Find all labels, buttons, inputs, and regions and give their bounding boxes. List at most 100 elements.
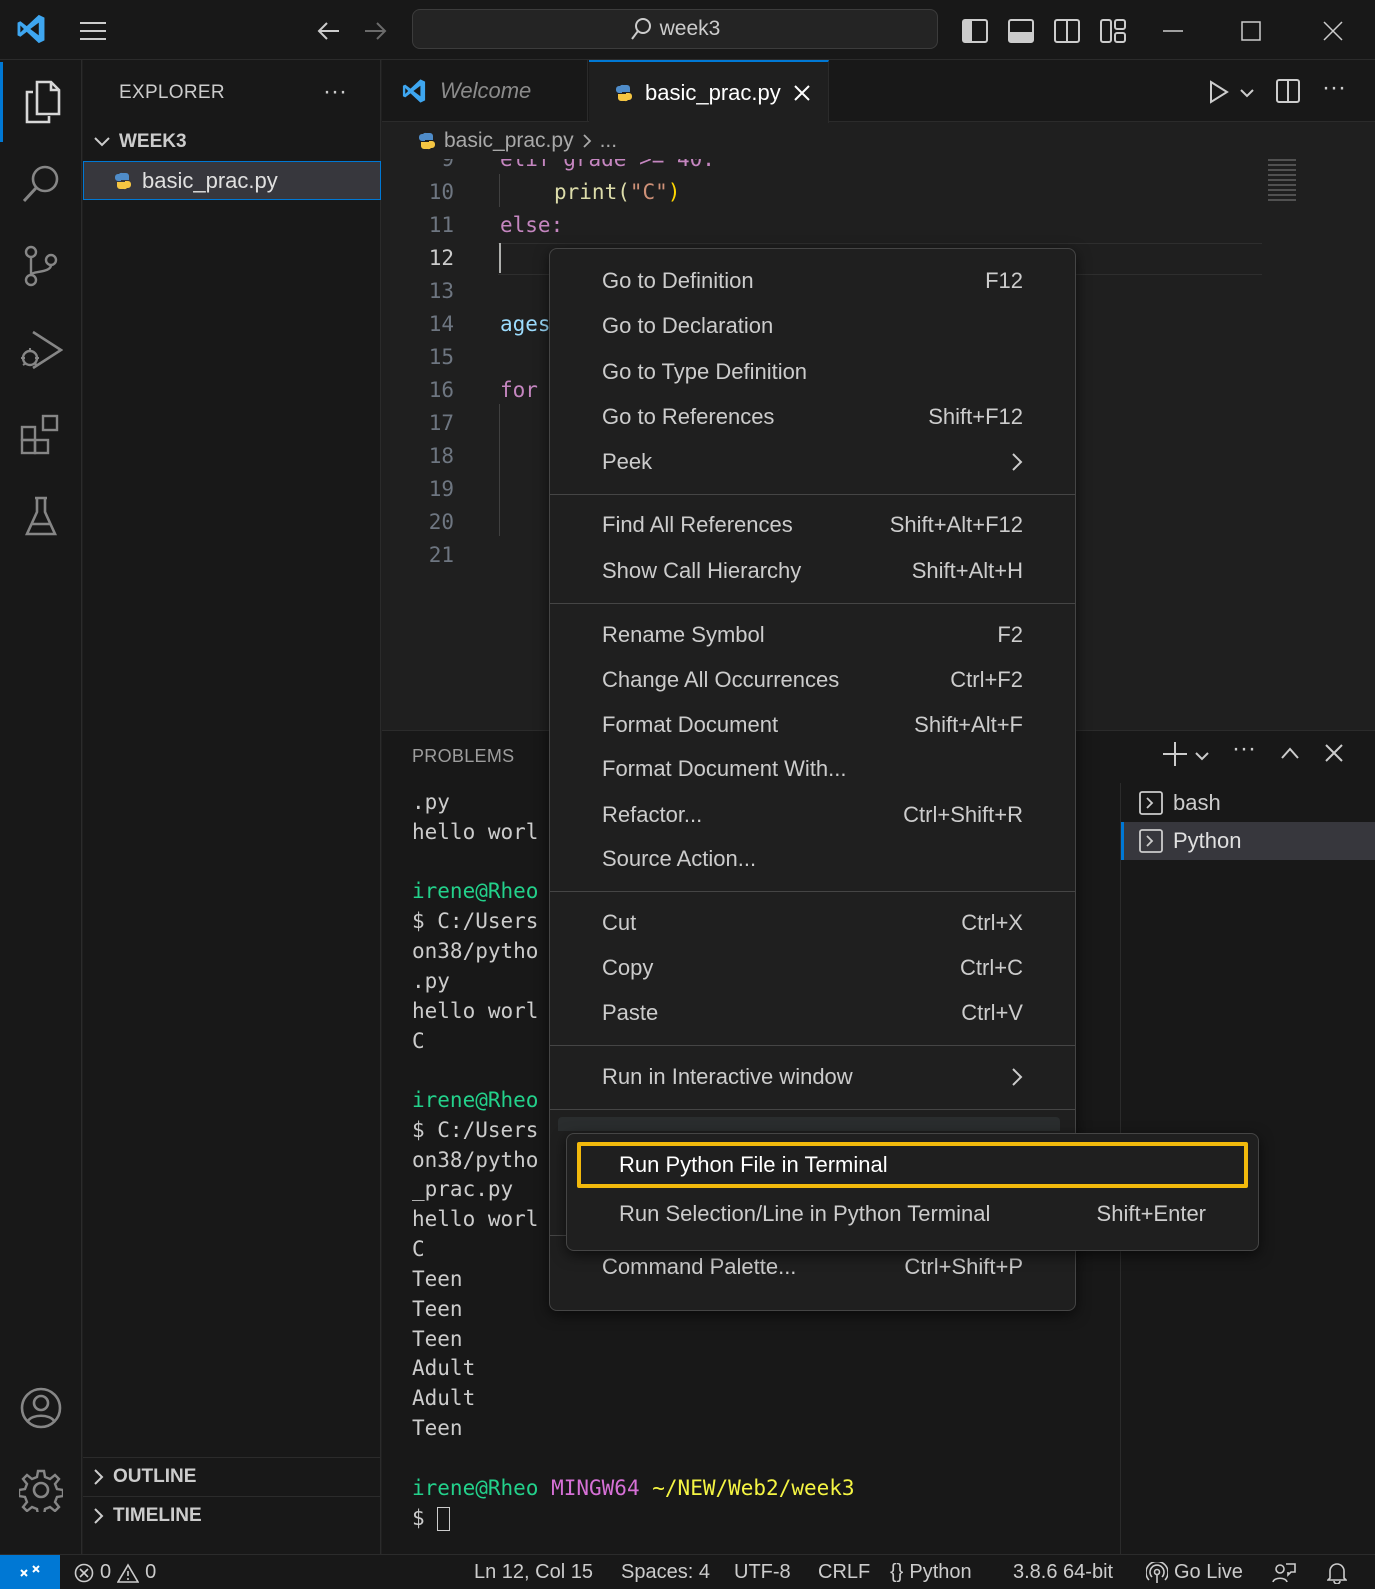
terminal-line: hello worl [412,999,539,1023]
terminal-prompt: irene@Rheo MINGW64 ~/NEW/Web2/week3 [412,1476,855,1500]
indent-guide [499,174,500,207]
folder-week3[interactable]: WEEK3 [83,122,381,162]
indentation-status[interactable]: Spaces: 4 [621,1555,710,1589]
new-terminal-plus-icon[interactable] [1162,741,1188,767]
minimap[interactable] [1268,159,1296,203]
chevron-right-icon [1011,1067,1023,1087]
code-line-16: for [500,378,538,402]
line-number: 10 [428,180,454,204]
timeline-section[interactable]: TIMELINE [83,1496,381,1536]
menu-icon[interactable] [76,14,110,48]
run-and-debug-icon[interactable] [0,310,82,390]
close-panel-icon[interactable] [1325,744,1343,762]
outline-label: OUTLINE [113,1466,197,1487]
command-center-search[interactable]: week3 [412,9,938,49]
feedback-icon[interactable] [1272,1555,1296,1589]
minimize-icon[interactable] [1156,14,1190,48]
menu-item-go-to-type-definition[interactable]: Go to Type Definition [550,352,1075,392]
menu-item-format-document-with[interactable]: Format Document With... [550,749,1075,789]
terminal-icon [1139,829,1163,853]
tab-welcome[interactable]: Welcome [382,60,588,122]
line-number: 9 [441,159,454,171]
back-arrow-icon[interactable] [312,14,346,48]
split-editor-icon[interactable] [1276,79,1300,103]
menu-item-go-to-definition[interactable]: Go to Definition F12 [550,261,1075,301]
cursor-position[interactable]: Ln 12, Col 15 [474,1555,593,1589]
menu-item-change-all-occurrences[interactable]: Change All Occurrences Ctrl+F2 [550,660,1075,700]
terminal-tab-bash[interactable]: bash [1121,784,1375,822]
breadcrumb: basic_prac.py ... [382,123,1375,159]
menu-item-command-palette[interactable]: Command Palette... Ctrl+Shift+P [550,1247,1075,1287]
toggle-panel-icon[interactable] [1004,14,1038,48]
tab-basic-prac-py[interactable]: basic_prac.py [589,60,829,123]
panel-more-actions-icon[interactable]: ··· [1232,735,1256,763]
terminal-tab-python[interactable]: Python [1121,822,1375,860]
breadcrumb-file[interactable]: basic_prac.py [444,129,574,153]
tab-problems[interactable]: PROBLEMS [412,746,514,767]
menu-item-format-document[interactable]: Format Document Shift+Alt+F [550,705,1075,745]
line-number: 18 [428,444,454,468]
menu-item-copy[interactable]: Copy Ctrl+C [550,948,1075,988]
file-label: basic_prac.py [142,167,278,193]
source-control-icon[interactable] [0,226,82,306]
terminal-line: Teen [412,1416,463,1440]
close-tab-icon[interactable] [793,84,811,102]
menu-item-go-to-declaration[interactable]: Go to Declaration [550,306,1075,346]
python-interpreter[interactable]: 3.8.6 64-bit [1013,1555,1113,1589]
terminal-line: on38/pytho [412,939,539,963]
search-icon[interactable] [0,144,82,224]
remote-indicator-icon[interactable] [0,1555,60,1589]
go-live-button[interactable]: Go Live [1146,1555,1243,1589]
menu-item-cut[interactable]: Cut Ctrl+X [550,903,1075,943]
tab-label: basic_prac.py [645,79,781,105]
status-bar: 0 0 Ln 12, Col 15 Spaces: 4 UTF-8 CRLF {… [0,1554,1375,1589]
run-dropdown-chevron-icon[interactable] [1240,88,1254,98]
terminal-cursor [437,1507,451,1531]
menu-item-show-call-hierarchy[interactable]: Show Call Hierarchy Shift+Alt+H [550,551,1075,591]
menu-item-go-to-references[interactable]: Go to References Shift+F12 [550,397,1075,437]
file-basic-prac-py[interactable]: basic_prac.py [83,161,381,200]
problems-status[interactable]: 0 0 [74,1555,156,1589]
vscode-logo-icon [14,12,48,46]
explorer-icon[interactable] [0,62,82,142]
line-number: 15 [428,345,454,369]
toggle-primary-sidebar-icon[interactable] [958,14,992,48]
language-mode[interactable]: {} Python [890,1555,972,1589]
code-line-11: else: [500,213,564,237]
run-python-file-icon[interactable] [1208,80,1230,104]
line-number: 13 [428,279,454,303]
toggle-secondary-sidebar-icon[interactable] [1050,14,1084,48]
menu-item-rename-symbol[interactable]: Rename Symbol F2 [550,615,1075,655]
testing-flask-icon[interactable] [0,476,82,556]
eol-status[interactable]: CRLF [818,1555,870,1589]
menu-item-refactor[interactable]: Refactor... Ctrl+Shift+R [550,795,1075,835]
maximize-icon[interactable] [1234,14,1268,48]
breadcrumb-rest[interactable]: ... [600,129,618,153]
menu-item-run-selection-line[interactable]: Run Selection/Line in Python Terminal Shi… [567,1194,1258,1234]
settings-gear-icon[interactable] [0,1450,82,1530]
menu-item-run-in-interactive-window[interactable]: Run in Interactive window [550,1057,1075,1097]
forward-arrow-icon[interactable] [358,14,392,48]
encoding-status[interactable]: UTF-8 [734,1555,791,1589]
menu-item-find-all-references[interactable]: Find All References Shift+Alt+F12 [550,505,1075,545]
editor-more-actions-icon[interactable]: ··· [1322,74,1346,102]
search-icon [630,17,652,41]
terminal-line: Teen [412,1267,463,1291]
tab-label: Welcome [440,78,532,103]
terminal-line: Adult [412,1386,476,1410]
menu-item-paste[interactable]: Paste Ctrl+V [550,993,1075,1033]
extensions-icon[interactable] [0,394,82,474]
menu-item-source-action[interactable]: Source Action... [550,839,1075,879]
menu-item-run-python-hover[interactable] [558,1117,1060,1131]
customize-layout-icon[interactable] [1096,14,1130,48]
menu-item-run-python-file-in-terminal[interactable]: Run Python File in Terminal [577,1142,1248,1188]
terminal-dropdown-chevron-icon[interactable] [1195,751,1209,761]
terminal-line: hello worl [412,820,539,844]
more-actions-icon[interactable]: ··· [323,78,347,106]
outline-section[interactable]: OUTLINE [83,1457,381,1497]
maximize-panel-chevron-up-icon[interactable] [1280,746,1300,760]
notifications-bell-icon[interactable] [1327,1555,1347,1589]
menu-item-peek[interactable]: Peek [550,442,1075,482]
accounts-icon[interactable] [0,1368,82,1448]
close-window-icon[interactable] [1316,14,1350,48]
